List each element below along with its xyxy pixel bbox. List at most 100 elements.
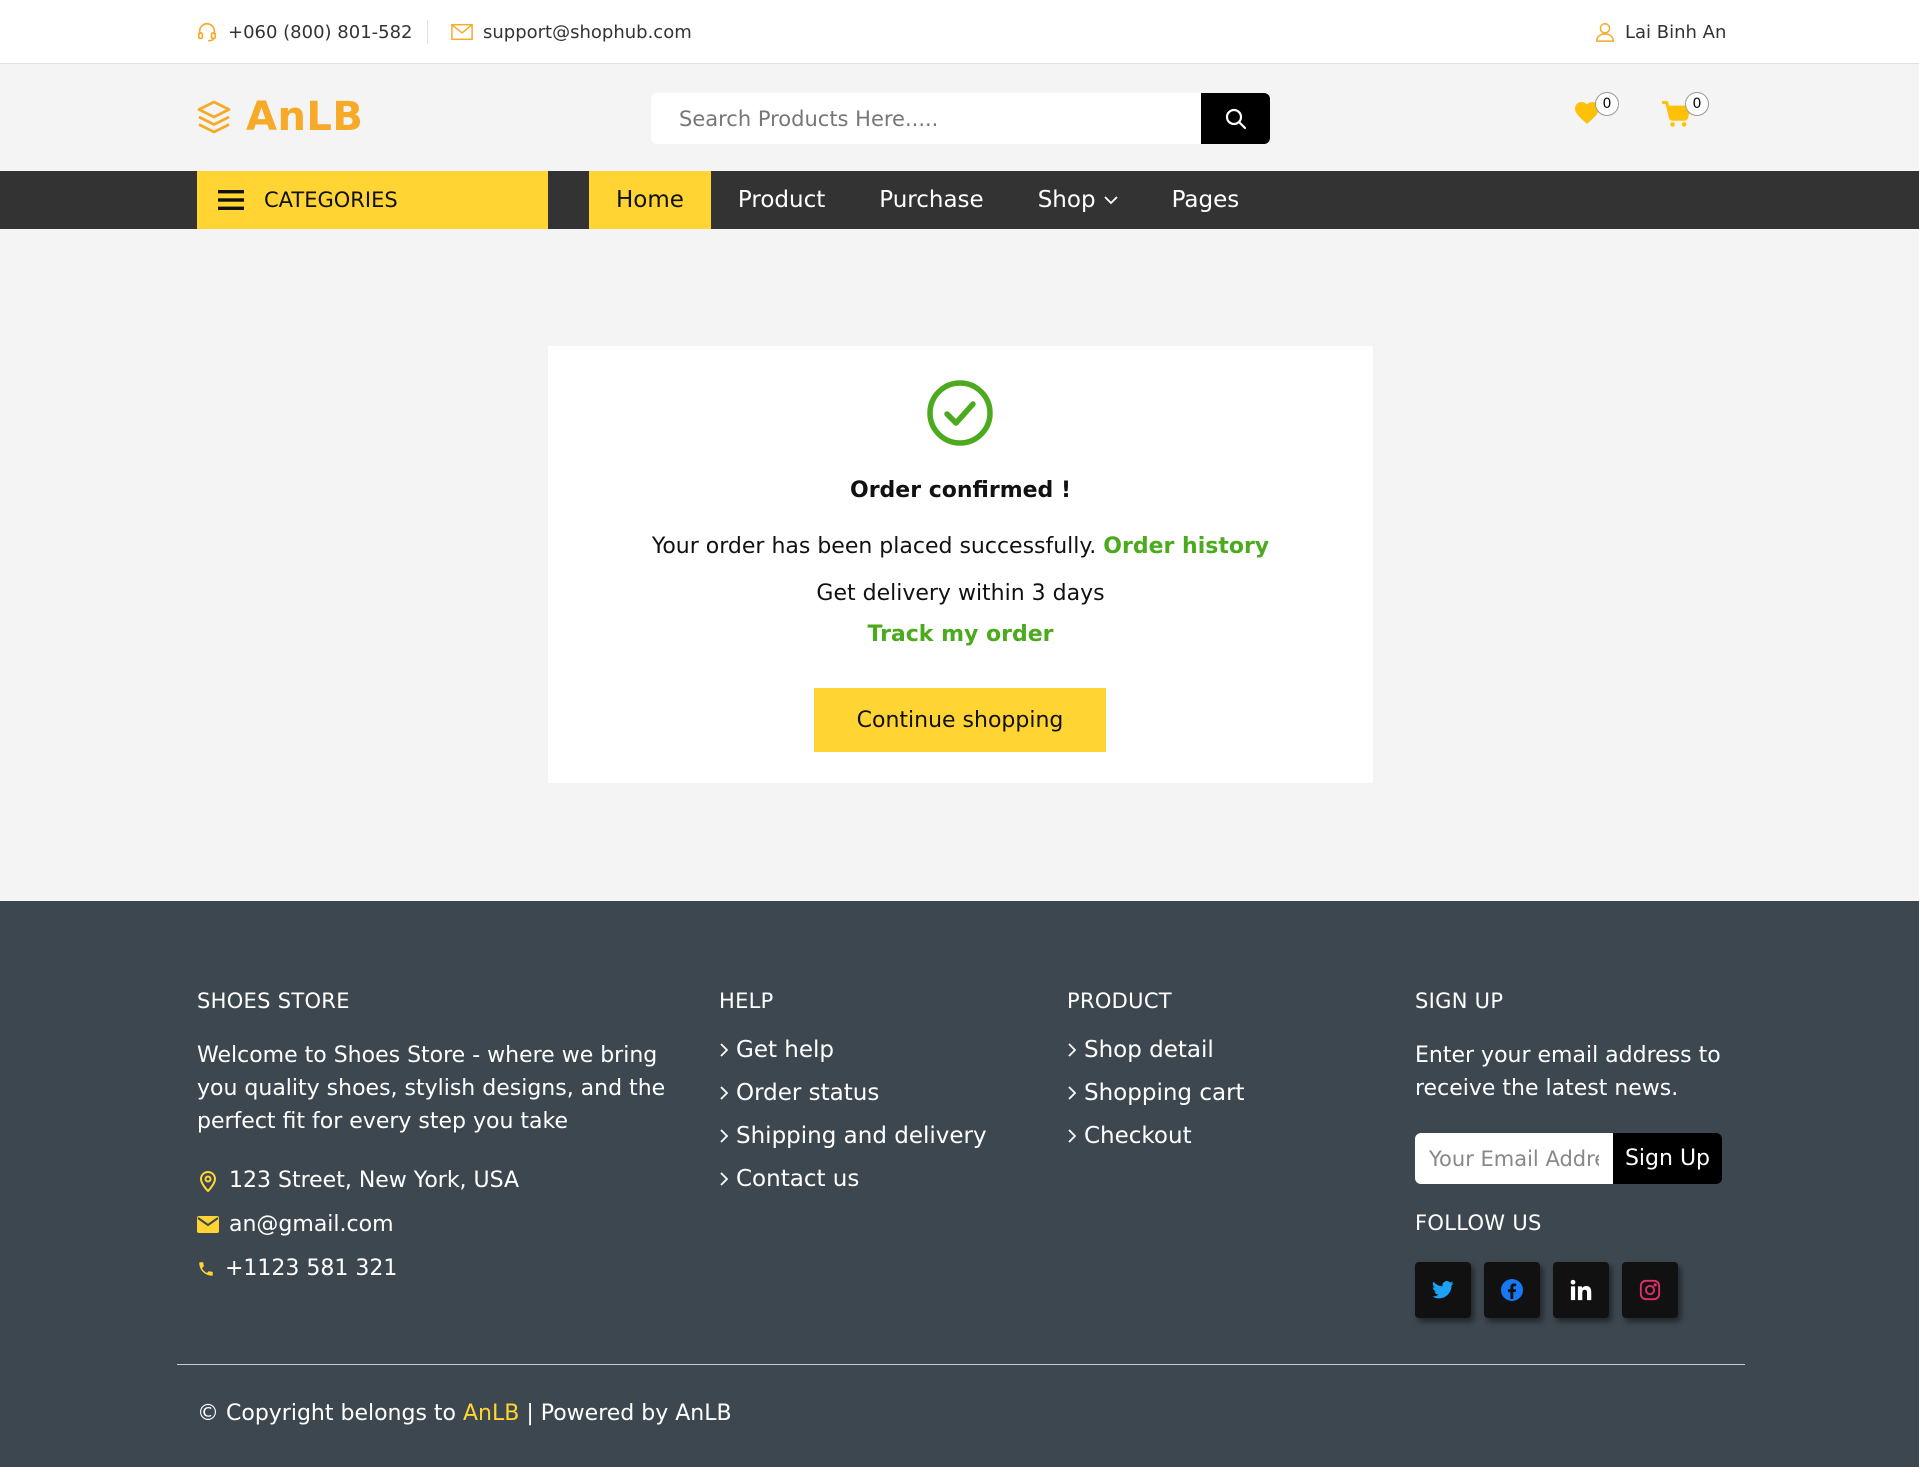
footer-link-shop-detail[interactable]: Shop detail — [1067, 1035, 1367, 1064]
wishlist-count-badge: 0 — [1595, 92, 1619, 116]
chevron-right-icon — [719, 1171, 728, 1186]
facebook-icon — [1500, 1278, 1524, 1302]
copyright-suffix: | Powered by AnLB — [519, 1401, 732, 1426]
footer-help-heading: HELP — [719, 989, 774, 1013]
follow-us-heading: FOLLOW US — [1415, 1211, 1542, 1235]
footer-phone-text: +1123 581 321 — [225, 1256, 398, 1281]
mail-icon — [451, 23, 473, 41]
confirmation-message: Your order has been placed successfully. — [651, 534, 1097, 559]
check-circle-icon — [926, 379, 994, 447]
footer-signup-heading: SIGN UP — [1415, 989, 1504, 1013]
footer-phone[interactable]: +1123 581 321 — [197, 1254, 677, 1283]
nav-item-label: Purchase — [879, 187, 984, 213]
topbar-phone-text: +060 (800) 801-582 — [228, 21, 413, 43]
nav-item-label: Pages — [1171, 187, 1240, 213]
categories-button[interactable]: CATEGORIES — [197, 171, 548, 229]
newsletter-form: Sign Up — [1415, 1133, 1722, 1184]
twitter-link[interactable] — [1415, 1262, 1471, 1318]
footer-link-label: Get help — [736, 1036, 835, 1063]
topbar-user-name: Lai Binh An — [1625, 21, 1727, 43]
footer-help-links: Get help Order status Shipping and deliv… — [719, 1035, 1019, 1193]
search-icon — [1224, 107, 1248, 131]
instagram-icon — [1639, 1279, 1661, 1301]
footer-contact-list: 123 Street, New York, USA an@gmail.com +… — [197, 1166, 677, 1283]
nav-item-shop[interactable]: Shop — [1011, 171, 1145, 229]
sign-up-button[interactable]: Sign Up — [1613, 1133, 1722, 1184]
topbar-separator — [427, 20, 428, 44]
location-pin-icon — [197, 1170, 219, 1192]
chevron-right-icon — [719, 1128, 728, 1143]
footer-link-label: Checkout — [1084, 1122, 1192, 1149]
menu-icon — [218, 189, 244, 211]
track-order-link[interactable]: Track my order — [867, 622, 1053, 647]
cart-count-badge: 0 — [1685, 92, 1709, 116]
footer-link-order-status[interactable]: Order status — [719, 1078, 1019, 1107]
footer-product-heading: PRODUCT — [1067, 989, 1172, 1013]
footer-address: 123 Street, New York, USA — [197, 1166, 677, 1195]
chevron-right-icon — [1067, 1085, 1076, 1100]
cart-button[interactable]: 0 — [1661, 92, 1709, 128]
search-bar — [651, 93, 1270, 144]
delivery-text: Get delivery within 3 days — [816, 581, 1105, 606]
envelope-icon — [197, 1216, 219, 1233]
footer-signup-column: SIGN UP Enter your email address to rece… — [1415, 989, 1735, 1318]
site-footer: SHOES STORE Welcome to Shoes Store - whe… — [0, 901, 1919, 1467]
logo[interactable]: AnLB — [196, 94, 363, 140]
nav-item-purchase[interactable]: Purchase — [852, 171, 1010, 229]
footer-link-shipping[interactable]: Shipping and delivery — [719, 1121, 1019, 1150]
phone-icon — [197, 1260, 215, 1278]
linkedin-link[interactable] — [1553, 1262, 1609, 1318]
footer-divider — [177, 1364, 1745, 1365]
nav-menu: Home Product Purchase Shop Pages — [589, 171, 1266, 229]
twitter-icon — [1432, 1281, 1454, 1299]
facebook-link[interactable] — [1484, 1262, 1540, 1318]
footer-product-links: Shop detail Shopping cart Checkout — [1067, 1035, 1367, 1150]
logo-text: AnLB — [246, 94, 364, 140]
search-input[interactable] — [651, 93, 1201, 144]
topbar-user[interactable]: Lai Binh An — [1594, 0, 1726, 64]
nav-item-pages[interactable]: Pages — [1145, 171, 1267, 229]
chevron-right-icon — [719, 1085, 728, 1100]
continue-shopping-button[interactable]: Continue shopping — [814, 688, 1106, 752]
footer-link-checkout[interactable]: Checkout — [1067, 1121, 1367, 1150]
copyright-brand-link[interactable]: AnLB — [463, 1401, 519, 1426]
footer-link-label: Shipping and delivery — [736, 1122, 987, 1149]
layers-icon — [196, 99, 232, 135]
footer-signup-description: Enter your email address to receive the … — [1415, 1043, 1721, 1101]
instagram-link[interactable] — [1622, 1262, 1678, 1318]
user-icon — [1594, 21, 1616, 43]
footer-link-get-help[interactable]: Get help — [719, 1035, 1019, 1064]
social-links — [1415, 1262, 1735, 1318]
top-bar: +060 (800) 801-582 support@shophub.com L… — [0, 0, 1919, 64]
confirmation-message-row: Your order has been placed successfully.… — [548, 534, 1373, 559]
newsletter-email-input[interactable] — [1415, 1133, 1613, 1184]
nav-item-home[interactable]: Home — [589, 171, 711, 229]
copyright-prefix: © Copyright belongs to — [197, 1401, 463, 1426]
copyright: © Copyright belongs to AnLB | Powered by… — [197, 1401, 732, 1426]
chevron-right-icon — [1067, 1128, 1076, 1143]
confirmation-title: Order confirmed ! — [850, 478, 1071, 503]
order-history-link[interactable]: Order history — [1103, 534, 1269, 559]
nav-item-label: Shop — [1037, 187, 1096, 213]
nav-item-label: Home — [616, 187, 684, 213]
nav-item-label: Product — [737, 187, 826, 213]
footer-store-column: SHOES STORE Welcome to Shoes Store - whe… — [197, 989, 677, 1298]
footer-store-heading: SHOES STORE — [197, 989, 350, 1013]
headset-icon — [196, 21, 218, 43]
nav-item-product[interactable]: Product — [711, 171, 852, 229]
footer-address-text: 123 Street, New York, USA — [229, 1168, 520, 1193]
footer-store-description: Welcome to Shoes Store - where we bring … — [197, 1043, 666, 1134]
search-button[interactable] — [1201, 93, 1270, 144]
footer-help-column: HELP Get help Order status Shipping and … — [719, 989, 1019, 1207]
topbar-phone[interactable]: +060 (800) 801-582 — [196, 0, 413, 64]
footer-email[interactable]: an@gmail.com — [197, 1210, 677, 1239]
linkedin-icon — [1570, 1279, 1592, 1301]
wishlist-button[interactable]: 0 — [1573, 92, 1619, 124]
footer-link-shopping-cart[interactable]: Shopping cart — [1067, 1078, 1367, 1107]
chevron-right-icon — [719, 1042, 728, 1057]
footer-link-label: Shop detail — [1084, 1036, 1214, 1063]
footer-link-label: Shopping cart — [1084, 1079, 1245, 1106]
chevron-right-icon — [1067, 1042, 1076, 1057]
footer-link-contact[interactable]: Contact us — [719, 1164, 1019, 1193]
topbar-email[interactable]: support@shophub.com — [451, 0, 692, 64]
